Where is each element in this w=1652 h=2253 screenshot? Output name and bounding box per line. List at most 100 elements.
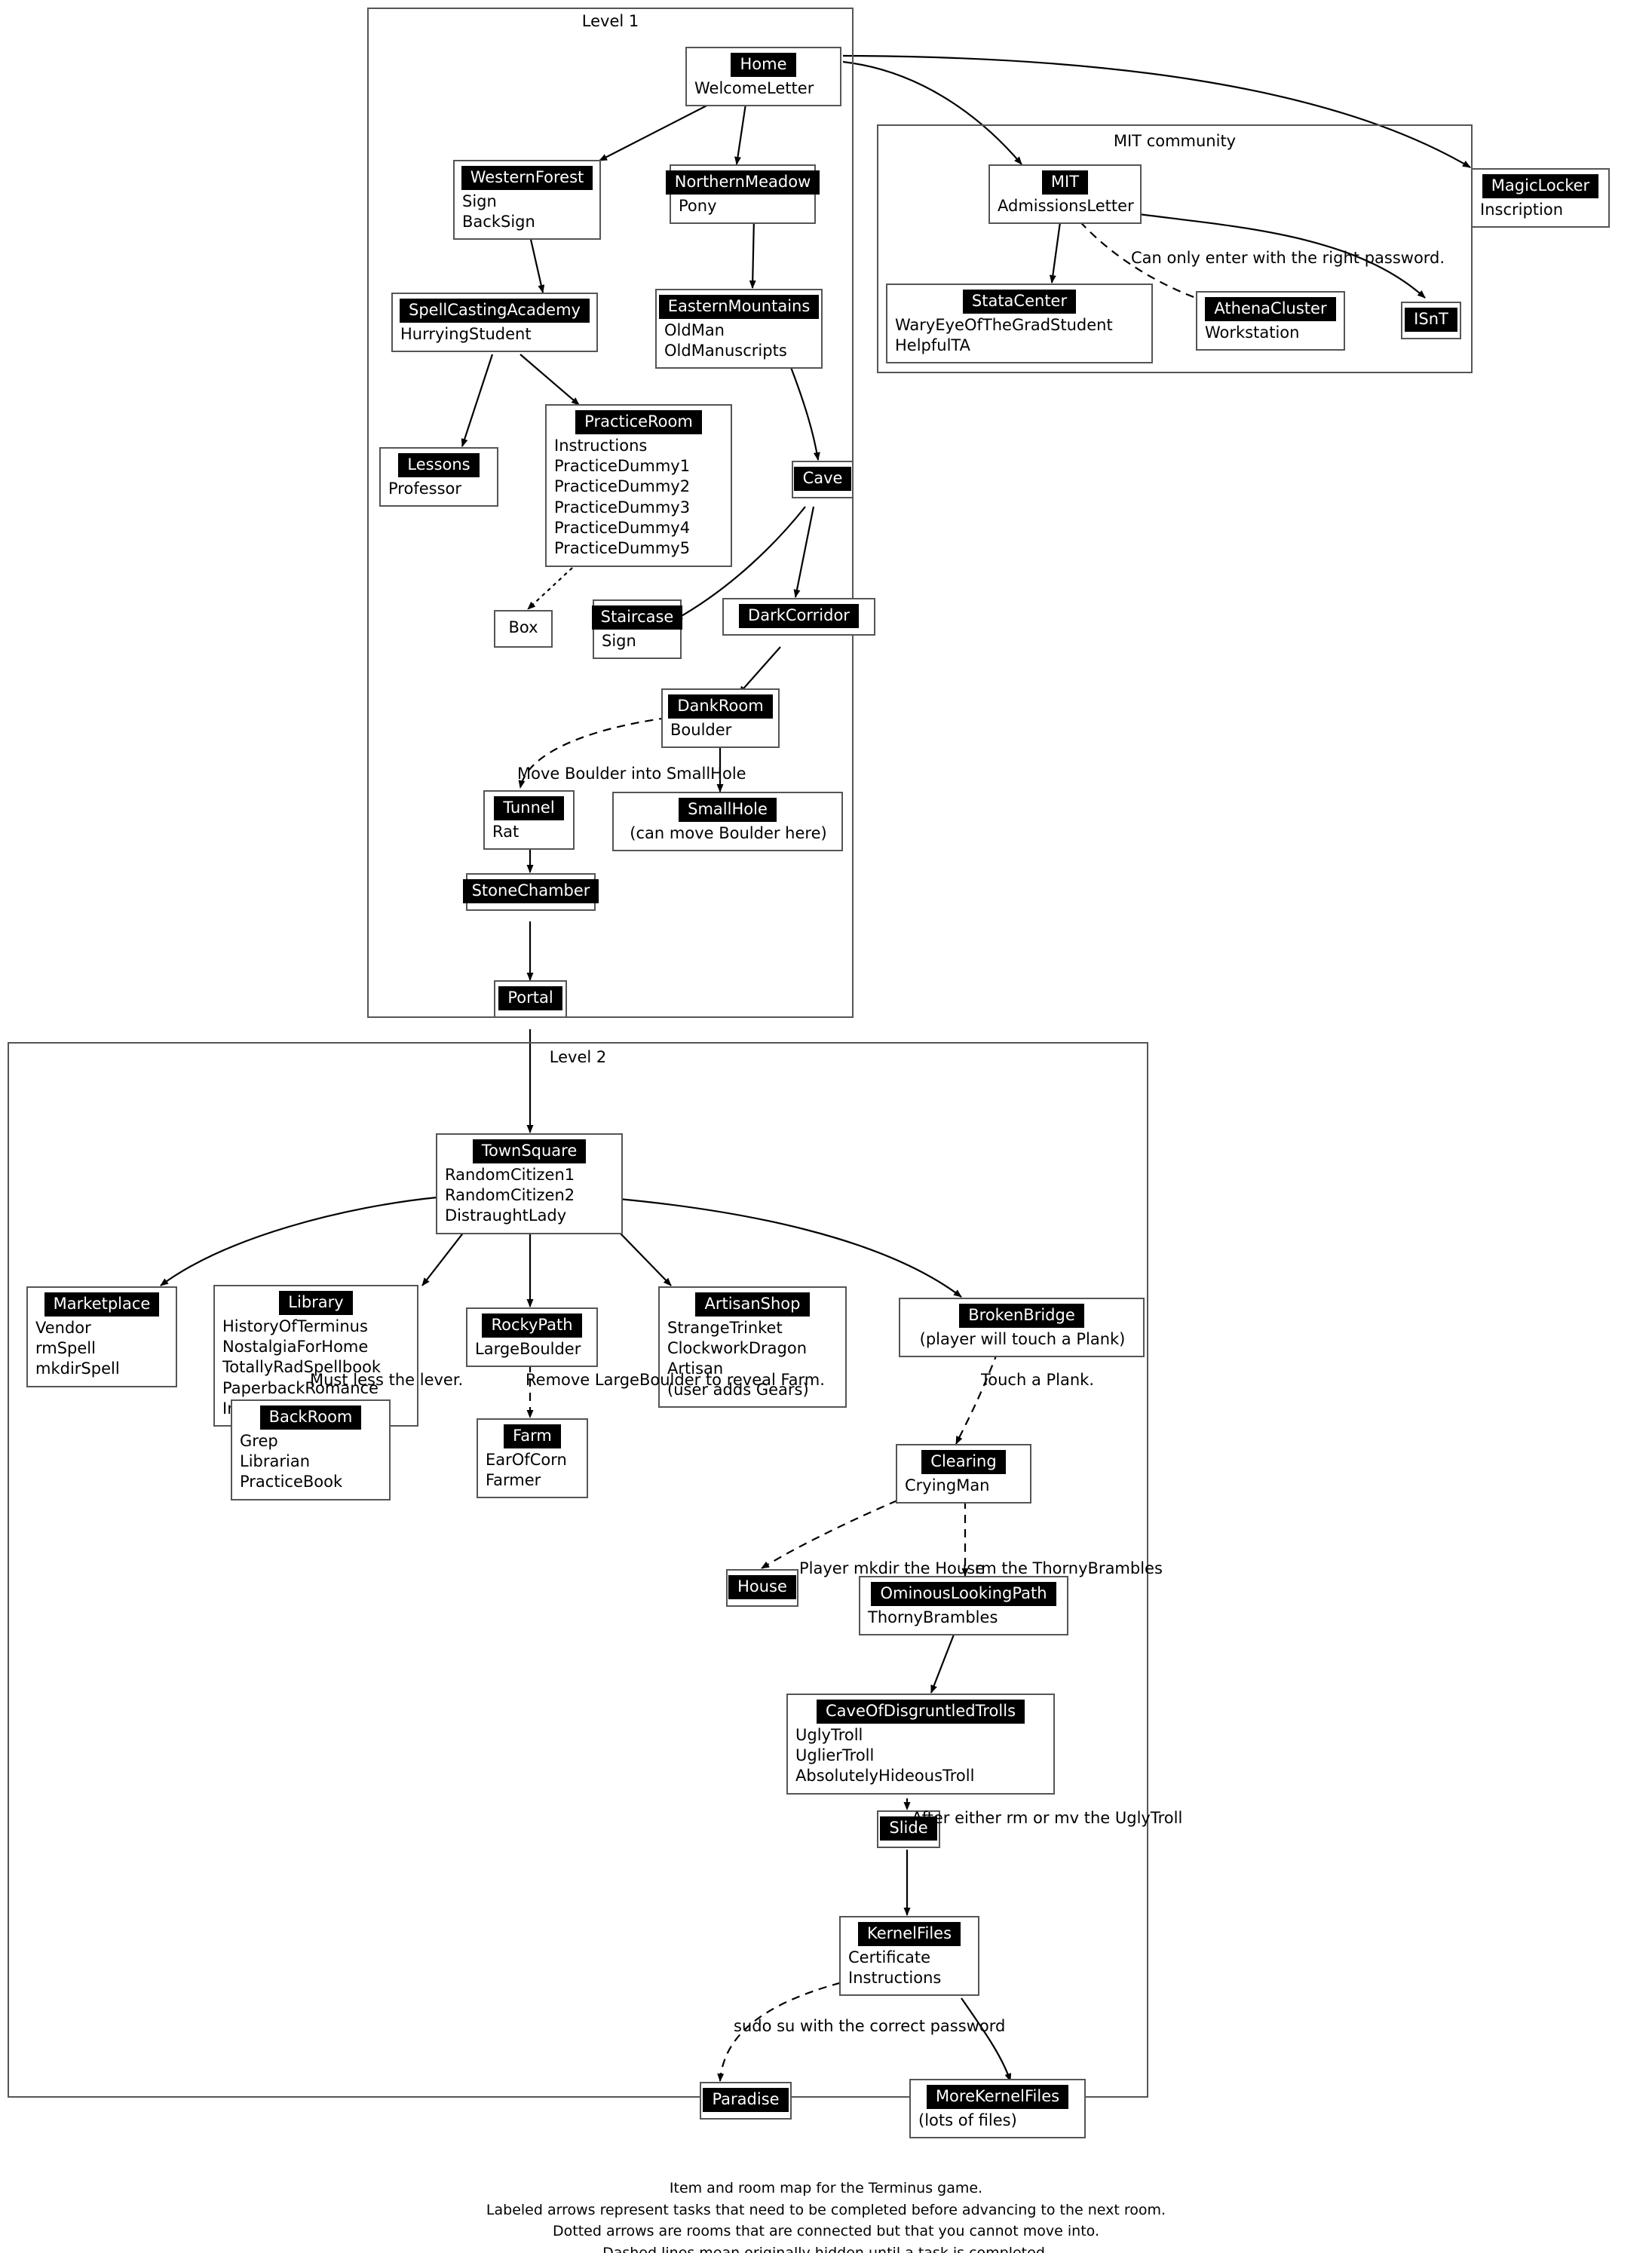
node-kernelfiles[interactable]: KernelFiles Certificate Instructions [839,1916,979,1997]
node-clearing-title: Clearing [921,1450,1006,1474]
node-farm-title: Farm [504,1424,561,1448]
node-backroom[interactable]: BackRoom Grep Librarian PracticeBook [231,1399,391,1500]
node-portal-title: Portal [498,986,562,1010]
node-caveofdisgruntledtrolls-title: CaveOfDisgruntledTrolls [816,1700,1025,1724]
node-morekernelfiles-title: MoreKernelFiles [926,2085,1069,2109]
node-smallhole[interactable]: SmallHole (can move Boulder here) [612,792,843,852]
node-mit-title: MIT [1041,170,1089,195]
caption-line-2: Labeled arrows represent tasks that need… [486,2201,1166,2218]
node-paradise[interactable]: Paradise [700,2082,792,2120]
figure-caption: Item and room map for the Terminus game.… [0,2178,1652,2253]
node-easternmountains[interactable]: EasternMountains OldMan OldManuscripts [655,289,823,369]
item-oldmanuscripts: OldManuscripts [664,342,787,360]
diagram-canvas: Level 1 MIT community Level 2 Home Welco… [0,0,1652,2253]
node-northernmeadow[interactable]: NorthernMeadow Pony [665,164,820,225]
node-isnt[interactable]: ISnT [1401,302,1461,339]
edge-label-password: Can only enter with the right password. [1131,249,1445,267]
node-stonechamber-title: StoneChamber [462,879,599,903]
node-brokenbridge[interactable]: BrokenBridge (player will touch a Plank) [899,1298,1145,1358]
item-practicebook: PracticeBook [240,1473,343,1491]
item-waryeyeofthegradstudent: WaryEyeOfTheGradStudent [895,315,1113,334]
node-caveofdisgruntledtrolls[interactable]: CaveOfDisgruntledTrolls UglyTroll Uglier… [786,1694,1055,1795]
node-kernelfiles-title: KernelFiles [857,1922,961,1946]
item-cryingman: CryingMan [905,1476,990,1494]
edge-label-rm-thornybrambles: rm the ThornyBrambles [975,1559,1163,1577]
node-stonechamber[interactable]: StoneChamber [462,873,599,911]
item-absolutelyhideoustroll: AbsolutelyHideousTroll [795,1767,975,1786]
node-brokenbridge-title: BrokenBridge [959,1304,1084,1328]
node-rockypath[interactable]: RockyPath LargeBoulder [466,1307,598,1368]
node-athenacluster[interactable]: AthenaCluster Workstation [1196,291,1345,351]
node-morekernelfiles[interactable]: MoreKernelFiles (lots of files) [909,2079,1086,2139]
node-artisanshop[interactable]: ArtisanShop StrangeTrinket ClockworkDrag… [658,1286,847,1409]
node-mit[interactable]: MIT AdmissionsLetter [988,164,1142,225]
item-practicedummy2: PracticeDummy2 [554,477,691,496]
node-lessons[interactable]: Lessons Professor [379,447,498,507]
node-dankroom-title: DankRoom [668,694,773,719]
item-staircase-sign: Sign [602,631,636,650]
item-uglertroll: UglierTroll [795,1746,875,1765]
node-ominouslookingpath[interactable]: OminousLookingPath ThornyBrambles [859,1576,1068,1636]
edge-label-mkdir-house: Player mkdir the House [799,1559,985,1577]
node-staircase[interactable]: Staircase Sign [591,599,683,660]
node-ominouslookingpath-title: OminousLookingPath [871,1582,1056,1606]
item-brokenbridge-note: (player will touch a Plank) [919,1329,1126,1348]
node-statacenter[interactable]: StataCenter WaryEyeOfTheGradStudent Help… [886,284,1153,364]
item-oldman: OldMan [664,320,725,339]
node-darkcorridor-title: DarkCorridor [739,604,859,628]
node-westernforest[interactable]: WesternForest Sign BackSign [453,160,601,241]
item-workstation: Workstation [1205,323,1300,342]
item-practicedummy4: PracticeDummy4 [554,519,691,538]
caption-line-1: Item and room map for the Terminus game. [669,2180,983,2196]
node-spellcastingacademy-title: SpellCastingAcademy [400,299,590,323]
item-pony: Pony [679,196,717,215]
item-randomcitizen1: RandomCitizen1 [445,1165,575,1184]
item-hurryingstudent: HurryingStudent [400,324,532,343]
item-certificate: Certificate [848,1948,931,1966]
item-rmspell: rmSpell [35,1339,96,1358]
item-practicedummy1: PracticeDummy1 [554,457,691,476]
node-marketplace[interactable]: Marketplace Vendor rmSpell mkdirSpell [26,1286,177,1387]
item-vendor: Vendor [35,1318,91,1337]
node-tunnel-title: Tunnel [494,796,564,820]
node-athenacluster-title: AthenaCluster [1205,297,1336,321]
node-house-title: House [728,1575,796,1599]
node-portal[interactable]: Portal [494,980,567,1018]
node-box[interactable]: Box [494,610,553,648]
node-tunnel[interactable]: Tunnel Rat [483,790,575,851]
node-backroom-title: BackRoom [259,1405,362,1430]
node-farm[interactable]: Farm EarOfCorn Farmer [477,1418,588,1499]
node-darkcorridor[interactable]: DarkCorridor [722,598,875,636]
item-kernel-instructions: Instructions [848,1969,942,1988]
node-staircase-title: Staircase [591,605,683,630]
item-grep: Grep [240,1431,278,1450]
node-spellcastingacademy[interactable]: SpellCastingAcademy HurryingStudent [391,293,598,353]
cluster-level1-label: Level 1 [581,12,639,30]
item-practicedummy5: PracticeDummy5 [554,539,691,558]
node-townsquare[interactable]: TownSquare RandomCitizen1 RandomCitizen2… [436,1133,623,1234]
item-earofcorn: EarOfCorn [486,1450,567,1469]
node-house[interactable]: House [726,1569,798,1607]
item-librarian: Librarian [240,1452,311,1471]
item-welcomeletter: WelcomeLetter [694,78,814,97]
node-home[interactable]: Home WelcomeLetter [685,47,841,107]
node-northernmeadow-title: NorthernMeadow [665,170,820,195]
edge-label-sudo-su: sudo su with the correct password [734,2017,1006,2035]
cluster-mit-label: MIT community [1113,132,1237,150]
item-randomcitizen2: RandomCitizen2 [445,1186,575,1205]
node-home-title: Home [731,53,796,77]
item-rat: Rat [492,822,520,841]
item-historyofterminus: HistoryOfTerminus [222,1317,368,1335]
node-magiclocker[interactable]: MagicLocker Inscription [1471,168,1610,228]
item-strangetrinket: StrangeTrinket [667,1318,783,1337]
item-smallhole-note: (can move Boulder here) [630,823,827,842]
item-helpfulta: HelpfulTA [895,336,970,355]
node-dankroom[interactable]: DankRoom Boulder [661,688,780,749]
item-clockworkdragon: ClockworkDragon [667,1339,808,1358]
node-clearing[interactable]: Clearing CryingMan [896,1444,1031,1504]
node-westernforest-title: WesternForest [461,166,593,190]
node-practiceroom[interactable]: PracticeRoom Instructions PracticeDummy1… [545,404,732,567]
node-cave[interactable]: Cave [792,461,854,498]
node-easternmountains-title: EasternMountains [658,295,820,319]
node-library-title: Library [279,1291,353,1315]
